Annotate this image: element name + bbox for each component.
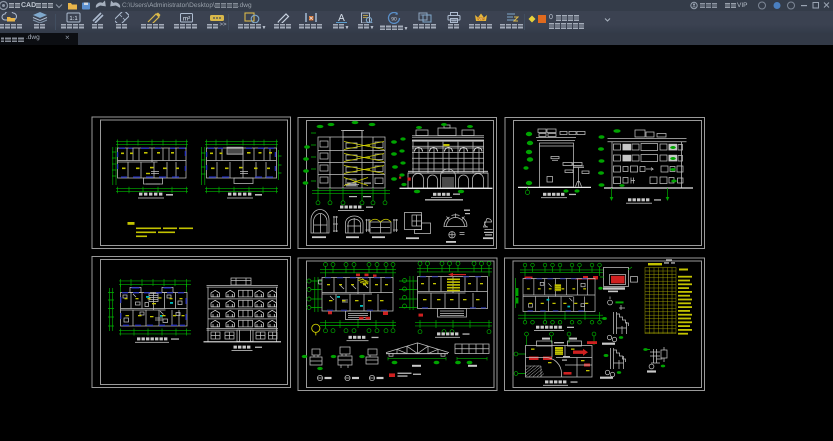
svg-text:90: 90 [391,17,397,23]
svg-text:VIP: VIP [478,17,483,21]
svg-text:m²: m² [182,16,190,23]
